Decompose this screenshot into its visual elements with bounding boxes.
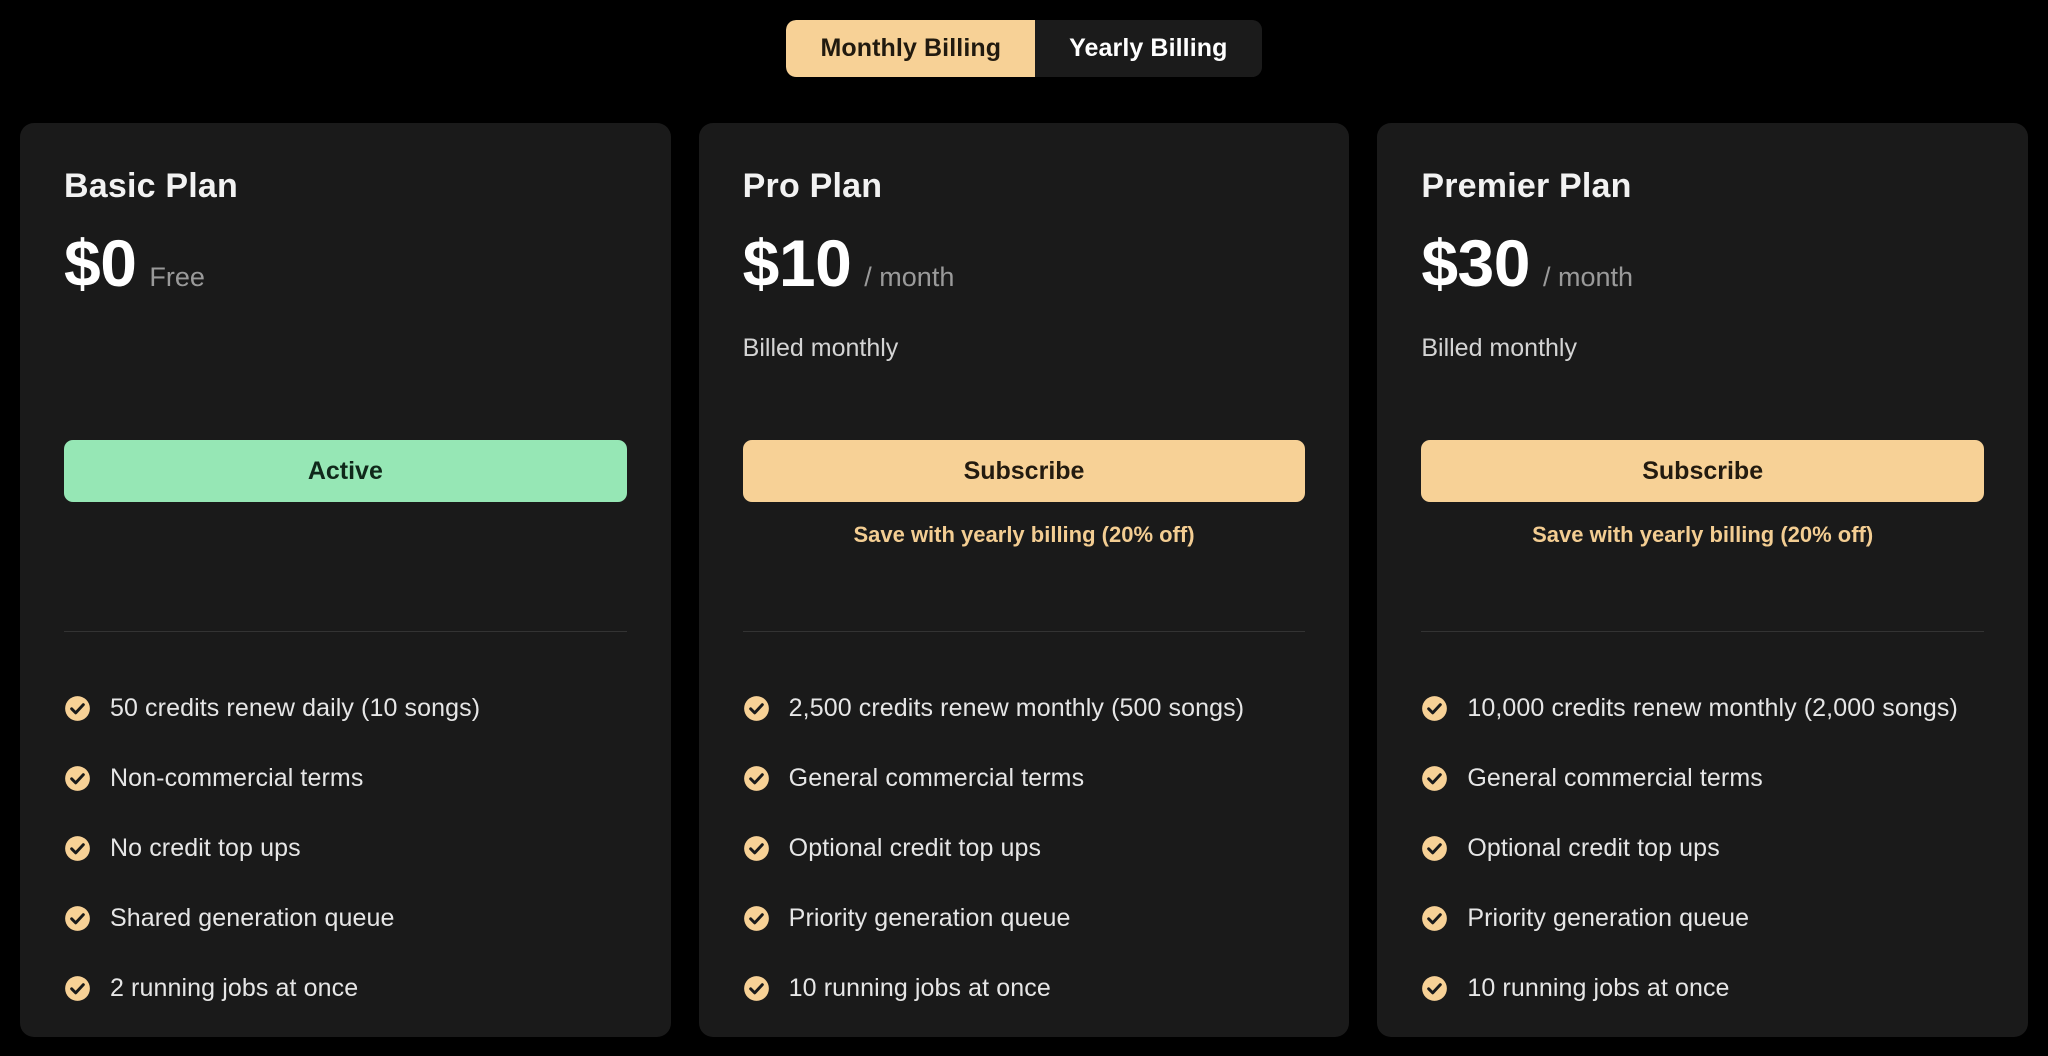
list-item: 10 running jobs at once [1421, 962, 1998, 1015]
check-circle-icon [743, 905, 770, 932]
check-circle-icon [64, 765, 91, 792]
plan-price: $0 [64, 226, 137, 300]
pricing-page: Monthly Billing Yearly Billing Basic Pla… [0, 0, 2048, 1056]
pricing-card: Pro Plan $10/ month Billed monthly Subscrib… [698, 123, 1350, 1037]
feature-label: 50 credits renew daily (10 songs) [110, 694, 481, 722]
billed-note: Billed monthly [1421, 334, 1577, 362]
check-circle-icon [743, 975, 770, 1002]
subscribe-button[interactable]: Subscribe [742, 440, 1306, 502]
plan-price-suffix: / month [864, 262, 955, 292]
price-row: $0 Free [64, 230, 627, 308]
billing-toggle-container: Monthly Billing Yearly Billing [0, 20, 2048, 77]
tab-yearly-billing[interactable]: Yearly Billing [1035, 20, 1262, 77]
check-circle-icon [64, 975, 91, 1002]
plan-title: Basic Plan [64, 167, 238, 205]
check-circle-icon [1421, 695, 1448, 722]
check-circle-icon [64, 905, 91, 932]
cta-container: Active [64, 440, 627, 550]
list-item: 10,000 credits renew monthly (2,000 song… [1421, 682, 1998, 735]
check-circle-icon [64, 695, 91, 722]
billing-toggle[interactable]: Monthly Billing Yearly Billing [786, 20, 1262, 77]
yearly-savings-note: Save with yearly billing (20% off) [1532, 522, 1874, 547]
feature-label: Non-commercial terms [110, 764, 364, 792]
feature-label: 2 running jobs at once [110, 974, 359, 1002]
feature-label: 10 running jobs at once [1467, 974, 1730, 1002]
list-item: 10 running jobs at once [743, 962, 1320, 1015]
feature-label: 2,500 credits renew monthly (500 songs) [788, 694, 1245, 722]
feature-label: 10 running jobs at once [788, 974, 1051, 1002]
list-item: Non-commercial terms [64, 752, 641, 805]
feature-label: Optional credit top ups [788, 834, 1042, 862]
feature-label: Shared generation queue [110, 904, 395, 932]
plan-price-suffix: Free [149, 262, 205, 292]
tab-monthly-billing[interactable]: Monthly Billing [786, 20, 1036, 77]
card-divider [1421, 631, 1985, 632]
pricing-card: Basic Plan $0 Free Active 50 credits renew d… [20, 123, 671, 1037]
list-item: No credit top ups [64, 822, 641, 875]
active-plan-button[interactable]: Active [64, 440, 627, 502]
feature-label: 10,000 credits renew monthly (2,000 song… [1467, 694, 1958, 722]
price-row: $10/ month [743, 230, 1306, 308]
feature-label: General commercial terms [788, 764, 1085, 792]
check-circle-icon [1421, 975, 1448, 1002]
plan-price-suffix: / month [1542, 262, 1634, 292]
check-circle-icon [743, 765, 770, 792]
feature-label: Priority generation queue [788, 904, 1071, 932]
feature-label: Priority generation queue [1467, 904, 1750, 932]
feature-list: 10,000 credits renew monthly (2,000 song… [1421, 682, 1998, 1032]
list-item: Priority generation queue [1421, 892, 1998, 945]
yearly-savings-note: Save with yearly billing (20% off) [853, 522, 1195, 547]
feature-label: General commercial terms [1467, 764, 1763, 792]
card-divider [742, 631, 1306, 632]
card-divider [64, 631, 627, 632]
billed-note: Billed monthly [742, 334, 899, 362]
pricing-card: Premier Plan $30/ month Billed monthly Subs… [1377, 123, 2029, 1037]
list-item: 2 running jobs at once [64, 962, 641, 1015]
subscribe-button[interactable]: Subscribe [1421, 440, 1985, 502]
list-item: 2,500 credits renew monthly (500 songs) [743, 682, 1320, 735]
feature-list: 50 credits renew daily (10 songs) Non-com… [64, 682, 641, 1032]
list-item: General commercial terms [743, 752, 1320, 805]
list-item: Priority generation queue [743, 892, 1320, 945]
list-item: Optional credit top ups [743, 822, 1320, 875]
check-circle-icon [743, 695, 770, 722]
pricing-cards: Basic Plan $0 Free Active 50 credits renew d… [20, 123, 2029, 1037]
feature-list: 2,500 credits renew monthly (500 songs) G… [743, 682, 1320, 1032]
price-row: $30/ month [1421, 230, 1984, 308]
check-circle-icon [1421, 835, 1448, 862]
list-item: 50 credits renew daily (10 songs) [64, 682, 641, 735]
plan-price: $10 [742, 226, 852, 300]
plan-title: Premier Plan [1421, 167, 1632, 205]
plan-title: Pro Plan [742, 167, 883, 205]
feature-label: Optional credit top ups [1467, 834, 1720, 862]
check-circle-icon [743, 835, 770, 862]
list-item: General commercial terms [1421, 752, 1998, 805]
list-item: Shared generation queue [64, 892, 641, 945]
check-circle-icon [1421, 905, 1448, 932]
feature-label: No credit top ups [110, 834, 301, 862]
check-circle-icon [1421, 765, 1448, 792]
list-item: Optional credit top ups [1421, 822, 1998, 875]
check-circle-icon [64, 835, 91, 862]
cta-container: Subscribe Save with yearly billing (20% o… [1421, 440, 1985, 550]
plan-price: $30 [1421, 226, 1530, 300]
cta-container: Subscribe Save with yearly billing (20% o… [742, 440, 1306, 550]
